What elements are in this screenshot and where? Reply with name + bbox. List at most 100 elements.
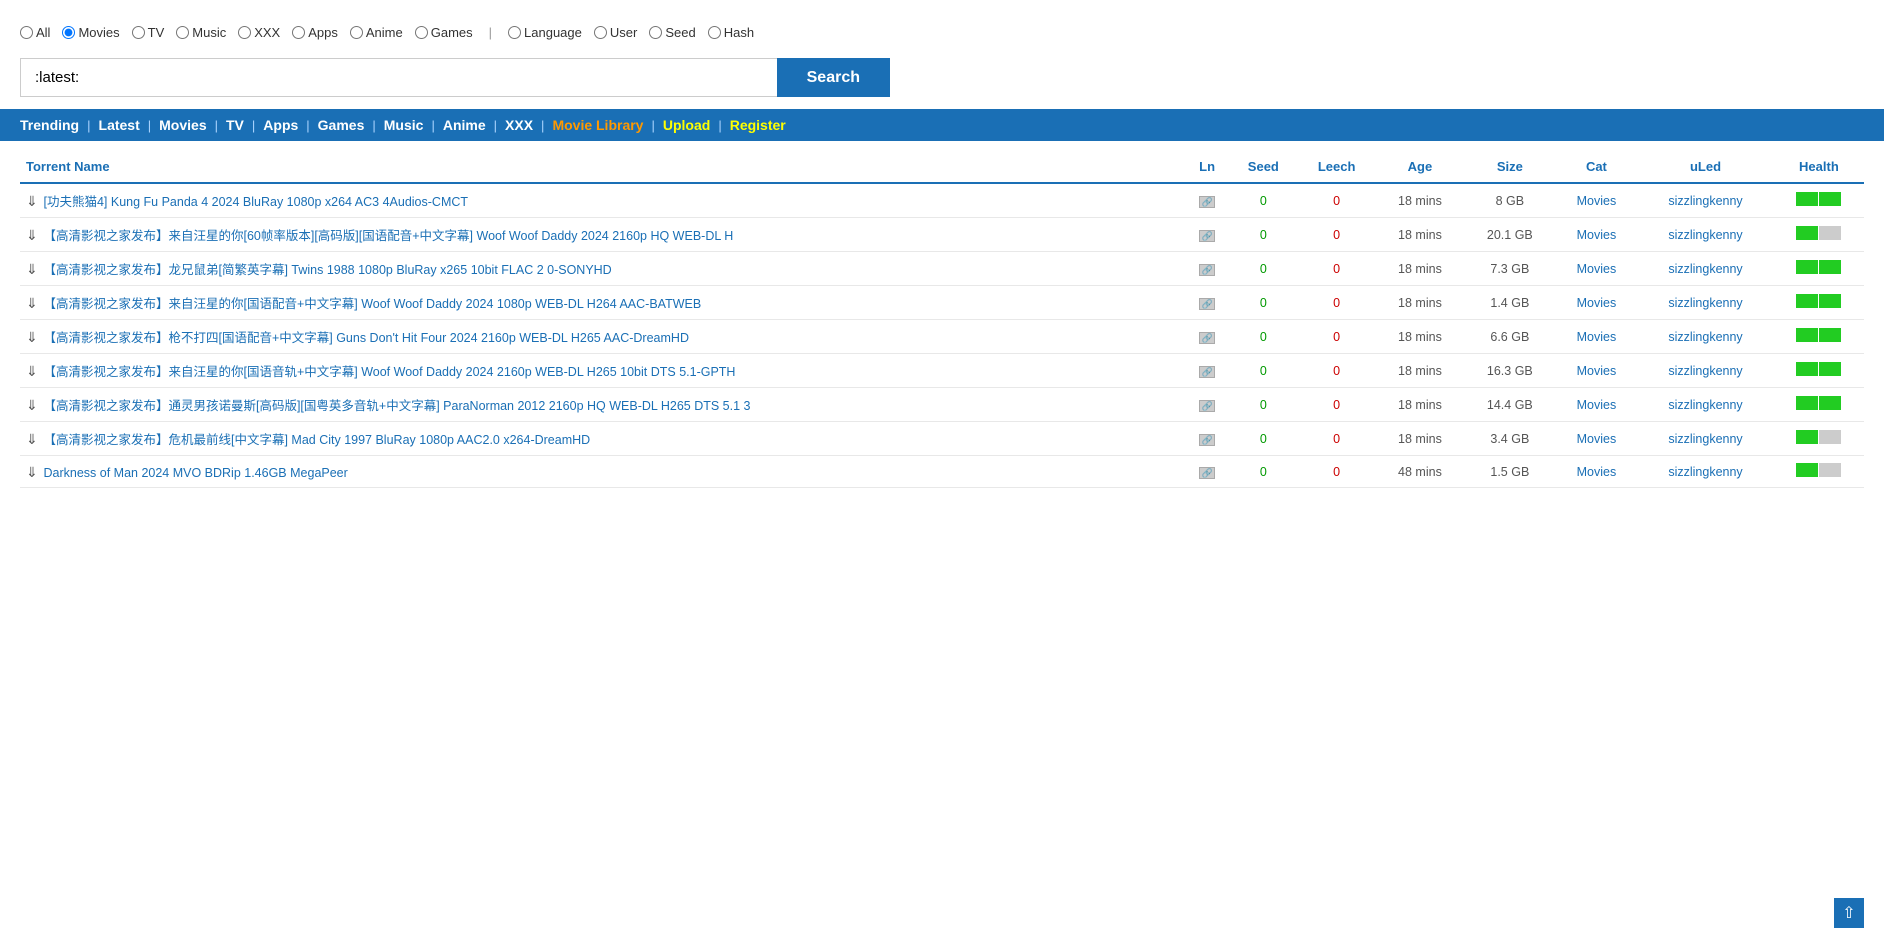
radio-music[interactable]: Music [176, 25, 226, 40]
torrent-age-cell: 18 mins [1376, 388, 1464, 422]
torrent-link[interactable]: 【高清影视之家发布】龙兄鼠弟[简繁英字幕] Twins 1988 1080p B… [43, 263, 611, 277]
download-icon[interactable]: ⇓ [26, 227, 40, 241]
download-icon[interactable]: ⇓ [26, 397, 40, 411]
category-link[interactable]: Movies [1577, 262, 1617, 276]
nav-games[interactable]: Games [318, 117, 365, 133]
seed-count: 0 [1260, 330, 1267, 344]
torrent-name-cell: ⇓ [功夫熊猫4] Kung Fu Panda 4 2024 BluRay 10… [20, 183, 1185, 218]
magnet-icon[interactable]: 🔗 [1199, 332, 1215, 344]
col-header-seed[interactable]: Seed [1229, 151, 1297, 183]
col-header-uled[interactable]: uLed [1637, 151, 1774, 183]
col-header-size[interactable]: Size [1464, 151, 1556, 183]
search-form: Search [20, 58, 890, 97]
torrent-link[interactable]: 【高清影视之家发布】通灵男孩诺曼斯[高码版][国粤英多音轨+中文字幕] Para… [43, 399, 750, 413]
nav-anime[interactable]: Anime [443, 117, 486, 133]
torrent-cat-cell: Movies [1556, 252, 1638, 286]
download-icon[interactable]: ⇓ [26, 431, 40, 445]
torrent-ln-cell: 🔗 [1185, 218, 1229, 252]
torrent-link[interactable]: Darkness of Man 2024 MVO BDRip 1.46GB Me… [43, 466, 347, 480]
torrent-link[interactable]: 【高清影视之家发布】来自汪星的你[国语配音+中文字幕] Woof Woof Da… [43, 297, 701, 311]
category-link[interactable]: Movies [1577, 432, 1617, 446]
radio-all[interactable]: All [20, 25, 50, 40]
magnet-icon[interactable]: 🔗 [1199, 264, 1215, 276]
torrent-link[interactable]: 【高清影视之家发布】危机最前线[中文字幕] Mad City 1997 BluR… [43, 433, 590, 447]
category-link[interactable]: Movies [1577, 296, 1617, 310]
torrent-seed-cell: 0 [1229, 320, 1297, 354]
torrent-seed-cell: 0 [1229, 218, 1297, 252]
radio-anime[interactable]: Anime [350, 25, 403, 40]
download-icon[interactable]: ⇓ [26, 363, 40, 377]
torrent-link[interactable]: [功夫熊猫4] Kung Fu Panda 4 2024 BluRay 1080… [43, 195, 468, 209]
download-icon[interactable]: ⇓ [26, 329, 40, 343]
uploader-link[interactable]: sizzlingkenny [1668, 398, 1742, 412]
uploader-link[interactable]: sizzlingkenny [1668, 228, 1742, 242]
download-icon[interactable]: ⇓ [26, 193, 40, 207]
leech-count: 0 [1333, 330, 1340, 344]
torrent-uled-cell: sizzlingkenny [1637, 320, 1774, 354]
nav-trending[interactable]: Trending [20, 117, 79, 133]
nav-register[interactable]: Register [730, 117, 786, 133]
seed-count: 0 [1260, 228, 1267, 242]
torrent-link[interactable]: 【高清影视之家发布】来自汪星的你[国语音轨+中文字幕] Woof Woof Da… [43, 365, 735, 379]
age-value: 48 mins [1398, 465, 1442, 479]
torrent-leech-cell: 0 [1297, 354, 1375, 388]
col-header-cat[interactable]: Cat [1556, 151, 1638, 183]
leech-count: 0 [1333, 398, 1340, 412]
uploader-link[interactable]: sizzlingkenny [1668, 432, 1742, 446]
nav-upload[interactable]: Upload [663, 117, 710, 133]
torrent-link[interactable]: 【高清影视之家发布】来自汪星的你[60帧率版本][高码版][国语配音+中文字幕]… [43, 229, 733, 243]
radio-movies[interactable]: Movies [62, 25, 119, 40]
uploader-link[interactable]: sizzlingkenny [1668, 465, 1742, 479]
radio-user[interactable]: User [594, 25, 637, 40]
radio-xxx[interactable]: XXX [238, 25, 280, 40]
col-header-health[interactable]: Health [1774, 151, 1864, 183]
category-link[interactable]: Movies [1577, 228, 1617, 242]
nav-latest[interactable]: Latest [99, 117, 140, 133]
category-link[interactable]: Movies [1577, 330, 1617, 344]
nav-movies[interactable]: Movies [159, 117, 206, 133]
nav-movie-library[interactable]: Movie Library [552, 117, 643, 133]
magnet-icon[interactable]: 🔗 [1199, 230, 1215, 242]
search-input[interactable] [20, 58, 777, 97]
uploader-link[interactable]: sizzlingkenny [1668, 364, 1742, 378]
radio-hash[interactable]: Hash [708, 25, 754, 40]
radio-language[interactable]: Language [508, 25, 582, 40]
nav-xxx[interactable]: XXX [505, 117, 533, 133]
magnet-icon[interactable]: 🔗 [1199, 196, 1215, 208]
category-link[interactable]: Movies [1577, 398, 1617, 412]
radio-tv[interactable]: TV [132, 25, 165, 40]
col-header-leech[interactable]: Leech [1297, 151, 1375, 183]
radio-apps[interactable]: Apps [292, 25, 338, 40]
download-icon[interactable]: ⇓ [26, 464, 40, 478]
category-link[interactable]: Movies [1577, 364, 1617, 378]
radio-seed[interactable]: Seed [649, 25, 695, 40]
uploader-link[interactable]: sizzlingkenny [1668, 262, 1742, 276]
magnet-icon[interactable]: 🔗 [1199, 434, 1215, 446]
uploader-link[interactable]: sizzlingkenny [1668, 296, 1742, 310]
torrent-health-cell [1774, 218, 1864, 252]
torrent-cat-cell: Movies [1556, 286, 1638, 320]
col-header-age[interactable]: Age [1376, 151, 1464, 183]
magnet-icon[interactable]: 🔗 [1199, 366, 1215, 378]
download-icon[interactable]: ⇓ [26, 295, 40, 309]
category-link[interactable]: Movies [1577, 465, 1617, 479]
nav-tv[interactable]: TV [226, 117, 244, 133]
search-button[interactable]: Search [777, 58, 890, 97]
magnet-icon[interactable]: 🔗 [1199, 467, 1215, 479]
nav-apps[interactable]: Apps [263, 117, 298, 133]
col-header-ln[interactable]: Ln [1185, 151, 1229, 183]
radio-games[interactable]: Games [415, 25, 473, 40]
health-indicator [1796, 229, 1841, 243]
download-icon[interactable]: ⇓ [26, 261, 40, 275]
magnet-icon[interactable]: 🔗 [1199, 298, 1215, 310]
category-link[interactable]: Movies [1577, 194, 1617, 208]
torrent-link[interactable]: 【高清影视之家发布】枪不打四[国语配音+中文字幕] Guns Don't Hit… [43, 331, 688, 345]
torrent-age-cell: 18 mins [1376, 354, 1464, 388]
scroll-top-button[interactable]: ⇧ [1834, 898, 1864, 928]
nav-music[interactable]: Music [384, 117, 424, 133]
uploader-link[interactable]: sizzlingkenny [1668, 330, 1742, 344]
uploader-link[interactable]: sizzlingkenny [1668, 194, 1742, 208]
magnet-icon[interactable]: 🔗 [1199, 400, 1215, 412]
health-indicator [1796, 365, 1841, 379]
col-header-name[interactable]: Torrent Name [20, 151, 1185, 183]
